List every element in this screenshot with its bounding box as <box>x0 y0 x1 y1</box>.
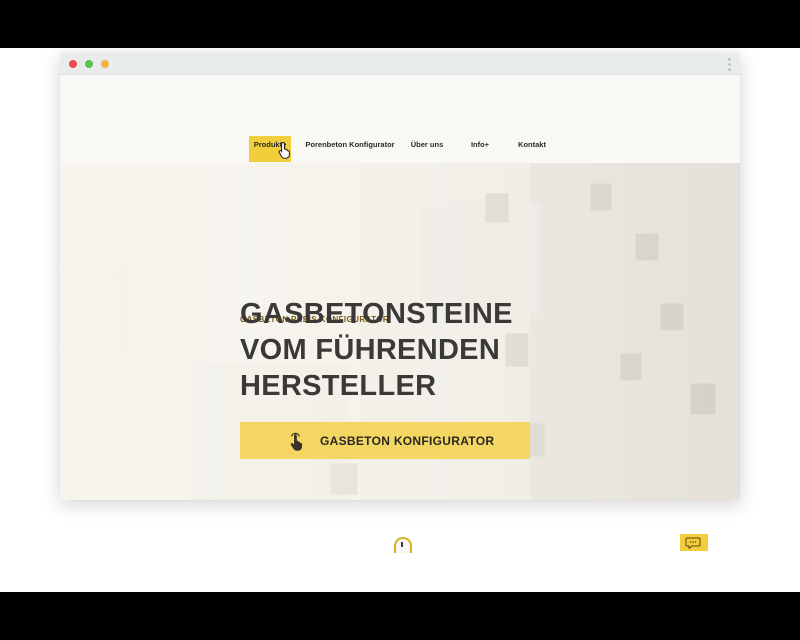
cta-label: GASBETON KONFIGURATOR <box>320 433 495 448</box>
hand-touch-icon <box>290 432 302 451</box>
headline-line-1: GASBETONSTEINE <box>240 298 513 330</box>
nav-item-info[interactable]: Info+ <box>462 136 498 162</box>
more-options-icon[interactable] <box>728 57 732 71</box>
nav-item-kontakt[interactable]: Kontakt <box>512 136 552 162</box>
nav-item-porenbeton-konfigurator[interactable]: Porenbeton Konfigurator <box>305 136 395 162</box>
scroll-wheel <box>401 542 403 547</box>
chat-button[interactable] <box>680 534 708 551</box>
browser-titlebar <box>60 53 740 75</box>
hero-headline: GASBETONSTEINE VOM FÜHRENDEN HERSTELLER <box>240 296 580 404</box>
gasbeton-konfigurator-button[interactable]: GASBETON KONFIGURATOR <box>240 422 530 459</box>
mouse-scroll-icon[interactable] <box>394 537 412 553</box>
main-navigation: Produkte Porenbeton Konfigurator Über un… <box>60 75 740 163</box>
nav-item-ueber-uns[interactable]: Über uns <box>406 136 448 162</box>
headline-line-3: HERSTELLER <box>240 370 437 402</box>
headline-line-2: VOM FÜHRENDEN <box>240 334 501 366</box>
hand-pointer-icon <box>278 141 290 159</box>
chat-bubble-icon <box>685 537 701 549</box>
close-window-dot[interactable] <box>69 60 77 68</box>
minimize-window-dot[interactable] <box>101 60 109 68</box>
maximize-window-dot[interactable] <box>85 60 93 68</box>
